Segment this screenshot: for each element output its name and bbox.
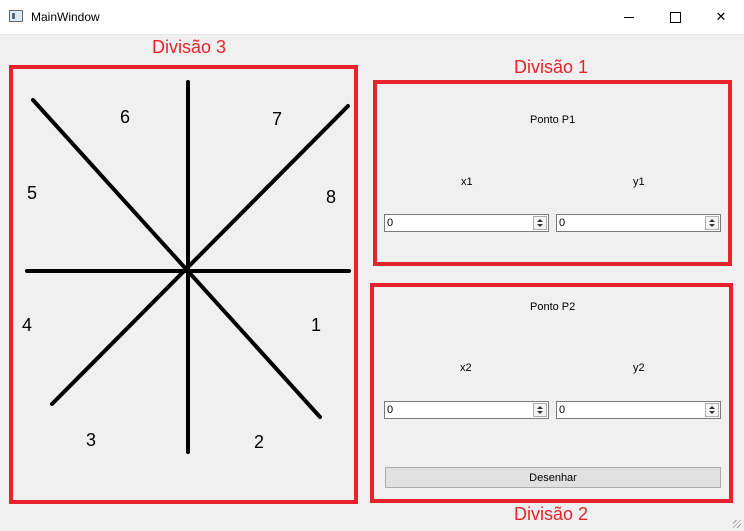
arrow-up-icon[interactable]: [537, 406, 543, 409]
p2-title: Ponto P2: [530, 301, 576, 313]
octant-label-8: 8: [326, 187, 337, 207]
y1-spinbox[interactable]: [556, 214, 721, 232]
arrow-down-icon[interactable]: [709, 224, 715, 227]
octant-label-2: 2: [254, 432, 265, 452]
arrow-down-icon[interactable]: [537, 411, 543, 414]
octant-label-5: 5: [27, 183, 38, 203]
diagonal-line-rising: [50, 104, 350, 406]
octant-label-4: 4: [22, 315, 33, 335]
y2-spinbox[interactable]: [556, 401, 721, 419]
y2-spin-arrows[interactable]: [705, 403, 719, 417]
x2-spinbox[interactable]: [384, 401, 549, 419]
octant-label-6: 6: [120, 107, 131, 127]
x2-label: x2: [460, 362, 472, 374]
x2-spin-arrows[interactable]: [533, 403, 547, 417]
arrow-down-icon[interactable]: [709, 411, 715, 414]
octant-label-7: 7: [272, 109, 283, 129]
x1-spin-arrows[interactable]: [533, 216, 547, 230]
x1-input[interactable]: [385, 215, 533, 231]
x1-spinbox[interactable]: [384, 214, 549, 232]
y1-label: y1: [633, 176, 645, 188]
p1-title: Ponto P1: [530, 114, 576, 126]
arrow-down-icon[interactable]: [537, 224, 543, 227]
octant-label-1: 1: [311, 315, 322, 335]
y2-label: y2: [633, 362, 645, 374]
y2-input[interactable]: [557, 402, 705, 418]
resize-grip-icon[interactable]: [733, 520, 741, 528]
x2-input[interactable]: [385, 402, 533, 418]
octant-label-3: 3: [86, 430, 97, 450]
diagonal-line-falling: [31, 98, 322, 419]
arrow-up-icon[interactable]: [537, 219, 543, 222]
octant-lines: [25, 80, 351, 454]
y1-input[interactable]: [557, 215, 705, 231]
arrow-up-icon[interactable]: [709, 219, 715, 222]
y1-spin-arrows[interactable]: [705, 216, 719, 230]
arrow-up-icon[interactable]: [709, 406, 715, 409]
x1-label: x1: [461, 176, 473, 188]
draw-button[interactable]: Desenhar: [385, 467, 721, 488]
